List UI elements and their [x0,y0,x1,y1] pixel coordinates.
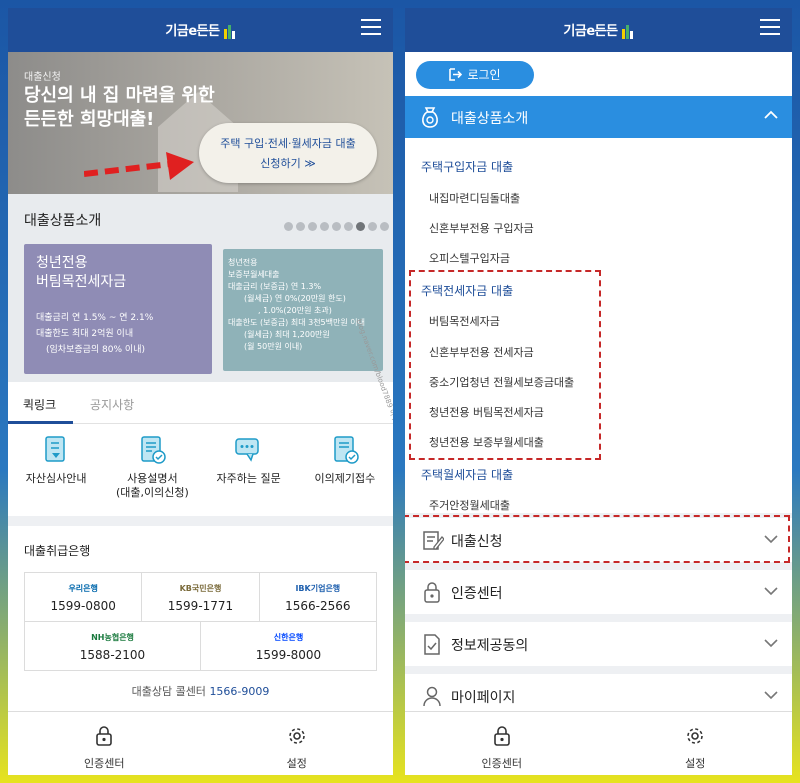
quick-objection[interactable]: 이의제기접수 [297,424,393,516]
nav-settings[interactable]: 설정 [599,712,793,775]
list-item[interactable]: 신혼부부전용 구입자금 [429,220,534,236]
category-purchase[interactable]: 주택구입자금 대출 [421,158,513,175]
bank-shinhan[interactable]: 신한은행 1599-8000 [200,622,376,670]
money-bag-icon [422,107,438,128]
tab-bar: 퀵링크 공지사항 [8,382,393,424]
category-monthly[interactable]: 주택월세자금 대출 [421,466,513,483]
bank-list: 대출취급은행 우리은행 1599-0800 KB국민은행 1599-1771 IBK… [8,526,393,706]
manual-icon [141,436,167,464]
carousel-dots[interactable] [284,216,392,235]
bank-ibk[interactable]: IBK기업은행 1566-2566 [258,573,376,621]
app-logo-right: 기금e든든 [405,20,792,39]
list-item[interactable]: 주거안정월세대출 [429,497,510,513]
lock-icon [424,582,440,603]
login-bar: 로그인 [405,52,792,96]
chevron-down-icon [764,587,778,596]
bank-list-title: 대출취급은행 [24,544,91,558]
quick-asset-review[interactable]: 자산심사안내 [8,424,104,516]
app-logo: 기금e든든 [8,20,393,39]
product-card-youth-monthly[interactable]: 청년전용 보증부월세대출 대출금리 (보증금) 연 1.3% (월세금) 연 0%… [223,249,383,371]
quick-faq[interactable]: 자주하는 질문 [201,424,297,516]
menu-icon[interactable] [361,19,381,37]
nav-auth-center[interactable]: 인증센터 [405,712,599,775]
bank-woori[interactable]: 우리은행 1599-0800 [25,573,141,621]
tab-quicklink[interactable]: 퀵링크 [23,396,56,413]
highlight-box [409,270,601,460]
bottom-nav-right: 인증센터 설정 [405,711,792,775]
left-screen: 기금e든든 대출신청 당신의 내 집 마련을 위한 든든한 희망대출! 주택 구입… [8,8,393,775]
user-icon [423,686,441,707]
login-icon [449,68,463,81]
accordion-info-consent[interactable]: 정보제공동의 [405,622,792,666]
accordion-loan-apply[interactable]: 대출신청 [405,515,792,563]
nav-settings[interactable]: 설정 [201,712,394,775]
product-intro-section: 대출상품소개 청년전용 버팀목전세자금 대출금리 연 1.5% ~ 연 2.1% 대… [8,194,393,382]
check-document-icon [424,634,440,655]
chevron-down-icon [764,691,778,700]
lock-icon [96,726,113,746]
highlight-box-apply [405,515,790,563]
menu-icon-right[interactable] [760,19,780,37]
nav-auth-center[interactable]: 인증센터 [8,712,201,775]
consult-line[interactable]: 대출상담 콜센터 1566-9009 [24,683,377,699]
app-header-right: 기금e든든 [405,8,792,52]
product-card-youth-jeonse[interactable]: 청년전용 버팀목전세자금 대출금리 연 1.5% ~ 연 2.1% 대출한도 최대 … [24,244,212,374]
tab-indicator [8,421,73,424]
login-button[interactable]: 로그인 [416,61,534,89]
accordion-auth-center[interactable]: 인증센터 [405,570,792,614]
banner-headline: 당신의 내 집 마련을 위한 든든한 희망대출! [24,85,215,130]
app-header: 기금e든든 [8,8,393,52]
apply-banner-button[interactable]: 주택 구입·전세·월세자금 대출 신청하기 ≫ [199,123,377,183]
chevron-down-icon [764,639,778,648]
objection-icon [334,436,359,464]
tab-notice[interactable]: 공지사항 [90,396,134,413]
accordion-loan-products[interactable]: 대출상품소개 [405,96,792,138]
bank-grid: 우리은행 1599-0800 KB국민은행 1599-1771 IBK기업은행 156… [24,572,377,671]
list-item[interactable]: 오피스텔구입자금 [429,250,510,266]
divider [8,516,393,526]
asset-review-icon [45,436,65,462]
bottom-nav: 인증센터 설정 [8,711,393,775]
quick-links: 자산심사안내 사용설명서 (대출,이의신청) 자주하는 질문 이의제기접수 [8,424,393,516]
bank-nh[interactable]: NH농협은행 1588-2100 [25,622,200,670]
red-arrow-icon [84,152,194,180]
bank-kb[interactable]: KB국민은행 1599-1771 [141,573,258,621]
right-screen: 기금e든든 로그인 대출상품소개 주택구입자금 대출 내집마련디딤돌대출 신혼부… [405,8,792,775]
promo-banner[interactable]: 대출신청 당신의 내 집 마련을 위한 든든한 희망대출! 주택 구입·전세·월세… [8,52,393,194]
loan-products-list: 주택구입자금 대출 내집마련디딤돌대출 신혼부부전용 구입자금 오피스텔구입자금… [405,138,792,513]
gear-icon [687,728,704,744]
quick-manual[interactable]: 사용설명서 (대출,이의신청) [104,424,200,516]
gear-icon [288,728,305,744]
section-title: 대출상품소개 [24,213,102,229]
faq-icon [234,438,259,462]
list-item[interactable]: 내집마련디딤돌대출 [429,190,520,206]
banner-tag: 대출신청 [24,72,61,83]
lock-icon [493,726,510,746]
chevron-up-icon [764,110,778,119]
